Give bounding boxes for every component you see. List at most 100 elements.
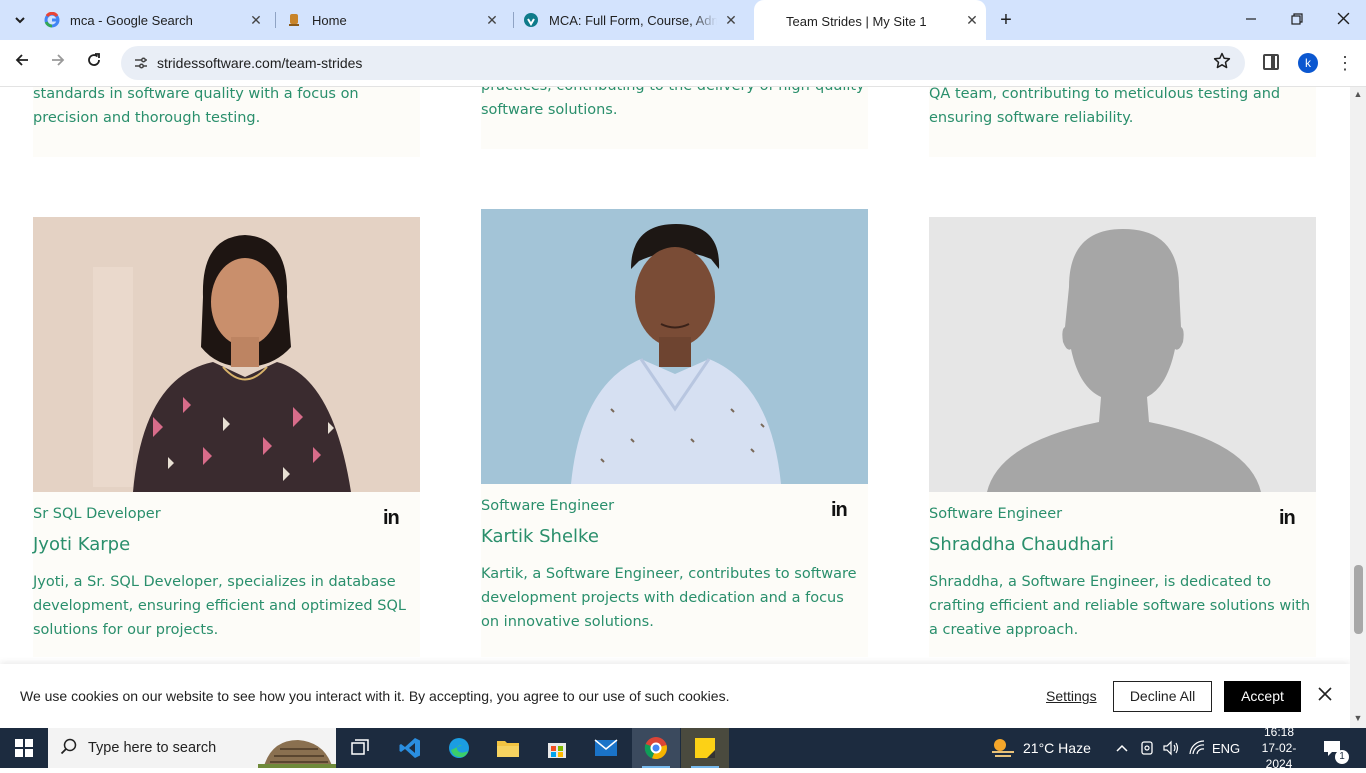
team-card-jyoti: Sr SQL Developer in Jyoti Karpe Jyoti, a…: [33, 217, 420, 657]
address-bar[interactable]: stridessoftware.com/team-strides: [121, 46, 1245, 80]
profile-avatar[interactable]: k: [1298, 53, 1318, 73]
restore-icon: [1291, 13, 1303, 25]
more-menu-icon[interactable]: ⋮: [1336, 51, 1354, 75]
scroll-down-arrow-icon[interactable]: ▼: [1350, 713, 1366, 727]
store-taskbar-button[interactable]: [533, 728, 581, 768]
cookie-message: We use cookies on our website to see how…: [20, 688, 730, 704]
card-description: standards in software quality with a foc…: [33, 87, 359, 130]
tab-team-strides[interactable]: Team Strides | My Site 1 ✕: [754, 0, 986, 40]
description-line: Jyoti, a Sr. SQL Developer, specializes …: [33, 574, 396, 590]
arrow-right-icon: [52, 54, 65, 66]
mail-icon: [594, 739, 618, 756]
task-view-icon: [351, 739, 369, 755]
linkedin-icon[interactable]: in: [383, 507, 405, 529]
clock[interactable]: 16:18 17-02-2024: [1250, 725, 1308, 771]
new-tab-button[interactable]: +: [995, 9, 1017, 31]
taskbar-search[interactable]: Type here to search: [48, 728, 336, 768]
close-icon[interactable]: [1315, 684, 1335, 706]
show-hidden-icons-button[interactable]: [1116, 728, 1128, 768]
page-scrollbar[interactable]: ▲ ▼: [1350, 87, 1366, 728]
scrollbar-thumb[interactable]: [1354, 565, 1363, 634]
notification-count-badge: 1: [1335, 750, 1349, 764]
cookie-settings-link[interactable]: Settings: [1046, 688, 1097, 704]
network-icon[interactable]: [1189, 728, 1205, 768]
description-line: solutions for our projects.: [33, 622, 219, 638]
store-icon: [548, 743, 566, 758]
volume-icon[interactable]: [1162, 728, 1180, 768]
chevron-down-icon: [15, 17, 25, 24]
language-indicator[interactable]: ENG: [1212, 728, 1240, 768]
site-info-icon[interactable]: [133, 55, 149, 71]
notification-center-button[interactable]: 1: [1322, 728, 1349, 768]
google-icon: [44, 12, 60, 28]
team-card-kartik: Software Engineer in Kartik Shelke Karti…: [481, 209, 868, 657]
card-description: Kartik, a Software Engineer, contributes…: [481, 562, 857, 634]
decline-all-button[interactable]: Decline All: [1113, 681, 1212, 712]
tab-close-icon[interactable]: ✕: [964, 12, 980, 28]
emblem-icon: [289, 14, 299, 26]
search-icon: [60, 738, 78, 761]
task-view-button[interactable]: [336, 728, 384, 768]
mail-taskbar-button[interactable]: [582, 728, 630, 768]
member-role: Software Engineer: [929, 506, 1063, 522]
team-card-shraddha: Software Engineer in Shraddha Chaudhari …: [929, 217, 1316, 657]
shiksha-icon: [524, 13, 538, 27]
tab-title: MCA: Full Form, Course, Admiss: [549, 12, 717, 28]
file-explorer-taskbar-button[interactable]: [484, 728, 532, 768]
clock-date: 17-02-2024: [1261, 741, 1297, 771]
edge-icon: [449, 738, 469, 758]
card-description: Jyoti, a Sr. SQL Developer, specializes …: [33, 570, 406, 642]
tab-home[interactable]: Home ✕: [286, 6, 506, 34]
member-name: Kartik Shelke: [481, 526, 599, 547]
tab-search-button[interactable]: [8, 8, 32, 32]
close-window-button[interactable]: [1331, 8, 1355, 32]
edge-taskbar-button[interactable]: [435, 728, 483, 768]
tab-google-search[interactable]: mca - Google Search ✕: [44, 6, 270, 34]
meet-now-icon[interactable]: [1140, 728, 1154, 768]
member-role: Sr SQL Developer: [33, 506, 161, 522]
tab-mca-full-form[interactable]: MCA: Full Form, Course, Admiss ✕: [523, 6, 745, 34]
tab-bar: mca - Google Search ✕ Home ✕ MCA: Full F…: [0, 0, 1366, 40]
card-description: practices, contributing to the delivery …: [481, 87, 865, 122]
tab-close-icon[interactable]: ✕: [248, 12, 264, 28]
member-name: Shraddha Chaudhari: [929, 534, 1114, 555]
tab-close-icon[interactable]: ✕: [723, 12, 739, 28]
side-panel-icon[interactable]: [1263, 54, 1279, 70]
bookmark-star-icon[interactable]: [1213, 52, 1231, 75]
tab-close-icon[interactable]: ✕: [484, 12, 500, 28]
back-button[interactable]: [10, 51, 34, 75]
windows-logo-icon: [15, 739, 33, 757]
forward-button[interactable]: [46, 51, 70, 75]
vscode-icon: [399, 738, 420, 758]
description-line: development projects with dedication and…: [481, 590, 844, 606]
url-text[interactable]: stridessoftware.com/team-strides: [157, 55, 362, 71]
weather-widget[interactable]: 21°C Haze: [990, 728, 1091, 768]
team-card-top-3: QA team, contributing to meticulous test…: [929, 87, 1316, 157]
reload-button[interactable]: [82, 51, 106, 75]
placeholder-avatar-photo: [929, 217, 1316, 492]
chrome-taskbar-button[interactable]: [632, 728, 680, 768]
tab-title: mca - Google Search: [70, 12, 193, 28]
folder-icon: [497, 741, 519, 757]
team-card-top-2: practices, contributing to the delivery …: [481, 87, 868, 149]
card-description: QA team, contributing to meticulous test…: [929, 87, 1280, 130]
chrome-icon: [644, 737, 667, 760]
sticky-notes-taskbar-button[interactable]: [681, 728, 729, 768]
card-description: Shraddha, a Software Engineer, is dedica…: [929, 570, 1310, 642]
accept-button[interactable]: Accept: [1224, 681, 1301, 712]
tab-separator: [513, 12, 514, 28]
haze-weather-icon: [992, 739, 1014, 757]
start-button[interactable]: [0, 728, 48, 768]
arrow-left-icon: [15, 54, 28, 66]
scroll-up-arrow-icon[interactable]: ▲: [1350, 89, 1366, 103]
linkedin-icon[interactable]: in: [831, 499, 853, 521]
vscode-taskbar-button[interactable]: [386, 728, 434, 768]
member-role: Software Engineer: [481, 498, 615, 514]
reload-icon: [88, 53, 100, 66]
restore-button[interactable]: [1285, 8, 1309, 32]
linkedin-icon[interactable]: in: [1279, 507, 1301, 529]
minimize-button[interactable]: [1239, 8, 1263, 32]
tab-separator: [275, 12, 276, 28]
chevron-up-icon: [1116, 744, 1128, 752]
description-line: standards in software quality with a foc…: [33, 87, 359, 102]
